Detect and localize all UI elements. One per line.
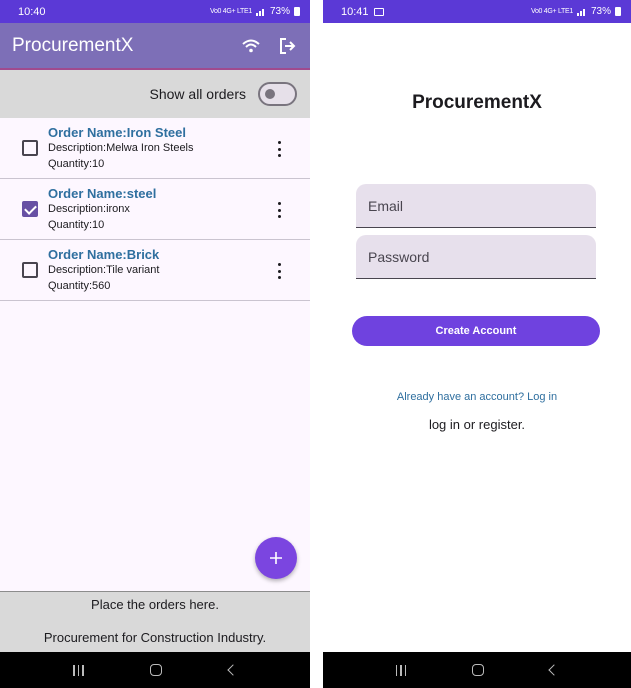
status-indicators: Vo0 4G+ LTE1 73% — [210, 6, 300, 17]
show-all-orders-switch[interactable] — [258, 82, 297, 106]
status-bar: 10:41 Vo0 4G+ LTE1 73% — [323, 0, 631, 23]
add-order-button[interactable] — [255, 537, 297, 579]
network-indicator: Vo0 4G+ LTE1 — [209, 8, 252, 15]
orders-screen: 10:40 Vo0 4G+ LTE1 73% ProcurementX Show… — [0, 0, 310, 688]
order-row[interactable]: Order Name:steel Description:ironx Quant… — [0, 179, 310, 240]
home-icon[interactable] — [472, 664, 485, 676]
more-options-icon[interactable] — [272, 261, 286, 281]
system-nav-bar — [323, 652, 631, 688]
recent-apps-icon[interactable] — [395, 664, 407, 676]
order-quantity: Quantity:10 — [48, 219, 105, 231]
footer: Place the orders here. Procurement for C… — [0, 591, 310, 652]
network-indicator: Vo0 4G+ LTE1 — [530, 8, 573, 15]
login-link[interactable]: Already have an account? Log in — [323, 391, 631, 403]
recent-apps-icon[interactable] — [73, 664, 84, 676]
order-description: Description:ironx — [48, 203, 130, 215]
wifi-icon[interactable] — [240, 35, 262, 57]
app-title: ProcurementX — [12, 34, 134, 56]
order-checkbox[interactable] — [22, 201, 38, 217]
order-description: Description:Melwa Iron Steels — [48, 142, 194, 154]
status-time: 10:40 — [18, 5, 46, 18]
order-name: Order Name:Brick — [48, 247, 160, 262]
app-bar: ProcurementX — [0, 23, 310, 70]
order-name: Order Name:Iron Steel — [48, 125, 186, 140]
login-title: ProcurementX — [412, 92, 542, 113]
back-icon[interactable] — [227, 664, 239, 676]
footer-line-1: Place the orders here. — [91, 597, 219, 612]
battery-icon — [294, 7, 300, 16]
more-options-icon[interactable] — [272, 200, 286, 220]
create-account-button[interactable]: Create Account — [352, 316, 600, 346]
gallery-notification-icon — [373, 7, 384, 16]
battery-icon — [615, 7, 621, 16]
order-description: Description:Tile variant — [48, 264, 160, 276]
order-row[interactable]: Order Name:Brick Description:Tile varian… — [0, 240, 310, 301]
status-indicators: Vo0 4G+ LTE1 73% — [531, 6, 621, 17]
back-icon[interactable] — [548, 664, 560, 676]
status-bar: 10:40 Vo0 4G+ LTE1 73% — [0, 0, 310, 23]
footer-line-2: Procurement for Construction Industry. — [43, 630, 267, 645]
system-nav-bar — [0, 652, 310, 688]
order-quantity: Quantity:560 — [48, 280, 111, 292]
status-time: 10:41 — [341, 5, 369, 18]
password-field[interactable]: Password — [356, 235, 596, 279]
show-all-orders-label: Show all orders — [149, 86, 247, 102]
order-checkbox[interactable] — [22, 262, 38, 278]
signal-icon — [255, 9, 264, 16]
home-icon[interactable] — [150, 664, 163, 676]
email-placeholder: Email — [368, 197, 404, 214]
show-all-orders-row: Show all orders — [0, 70, 310, 118]
order-list: Order Name:Iron Steel Description:Melwa … — [0, 118, 310, 301]
order-checkbox[interactable] — [22, 140, 38, 156]
signal-icon — [576, 9, 585, 16]
switch-knob — [265, 89, 275, 99]
login-hint: log in or register. — [428, 417, 526, 432]
plus-icon — [270, 552, 282, 564]
logout-icon[interactable] — [276, 35, 298, 57]
more-options-icon[interactable] — [272, 139, 286, 159]
order-row[interactable]: Order Name:Iron Steel Description:Melwa … — [0, 118, 310, 179]
login-screen: 10:41 Vo0 4G+ LTE1 73% ProcurementX Emai… — [323, 0, 631, 688]
password-placeholder: Password — [368, 248, 430, 265]
order-quantity: Quantity:10 — [48, 158, 105, 170]
battery-percent: 73% — [590, 6, 611, 17]
order-name: Order Name:steel — [48, 186, 157, 201]
email-field[interactable]: Email — [356, 184, 596, 228]
battery-percent: 73% — [269, 6, 290, 17]
